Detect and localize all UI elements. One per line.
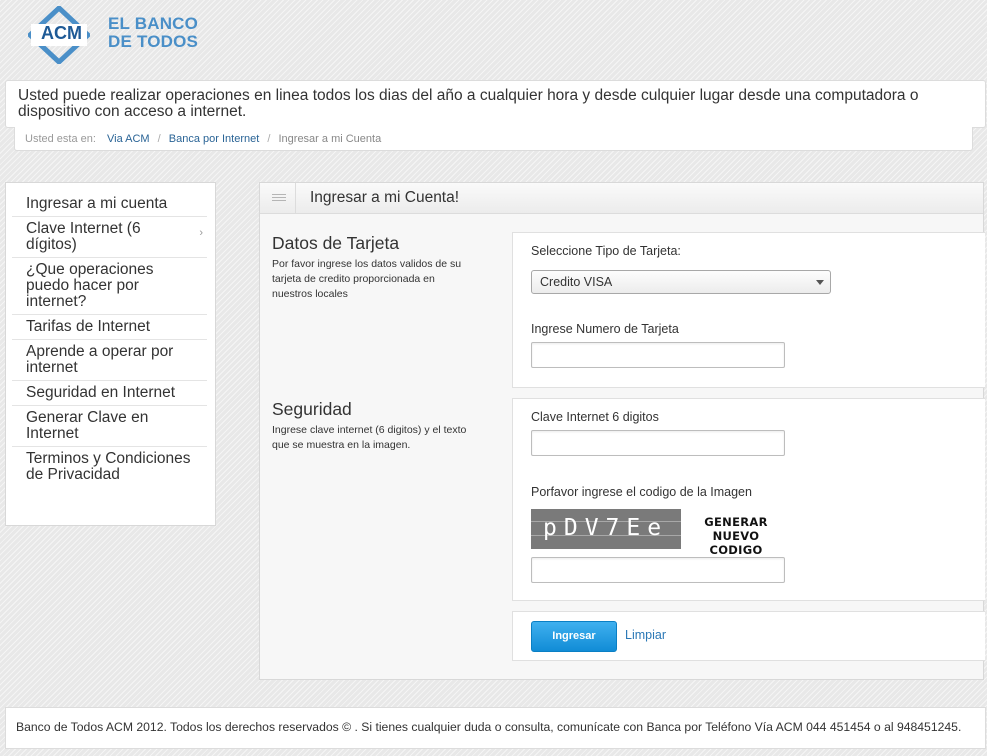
logo-line-1: EL BANCO — [108, 14, 199, 33]
breadcrumb: Usted esta en: Via ACM / Banca por Inter… — [14, 127, 973, 151]
card-number-input[interactable] — [531, 342, 785, 368]
sidebar-item-tarifas[interactable]: Tarifas de Internet — [12, 315, 207, 340]
info-banner: Usted puede realizar operaciones en line… — [5, 80, 986, 128]
sidebar-nav: Ingresar a mi cuenta Clave Internet (6 d… — [5, 182, 216, 526]
sidebar-item-operaciones[interactable]: ¿Que operaciones puedo hacer por interne… — [12, 258, 207, 315]
generate-line-1: GENERAR — [704, 515, 768, 529]
chevron-right-icon: › — [199, 227, 203, 239]
captcha-input[interactable] — [531, 557, 785, 583]
dropdown-arrow-icon — [816, 280, 824, 285]
logo-abbr: ACM — [41, 23, 82, 43]
generate-new-code-button[interactable]: GENERAR NUEVO CODIGO — [685, 515, 787, 557]
sidebar-item-label: ¿Que operaciones puedo hacer por interne… — [26, 261, 154, 310]
security-section-title: Seguridad — [272, 399, 352, 419]
panel-header: Ingresar a mi Cuenta! — [260, 183, 983, 214]
card-type-label: Seleccione Tipo de Tarjeta: — [531, 244, 681, 258]
sidebar-item-label: Seguridad en Internet — [26, 384, 176, 401]
pin-input[interactable] — [531, 430, 785, 456]
card-form: Seleccione Tipo de Tarjeta: Credito VISA… — [512, 232, 985, 388]
logo-line-2: DE TODOS — [108, 32, 199, 51]
sidebar-item-generar-clave[interactable]: Generar Clave en Internet — [12, 406, 207, 447]
submit-button[interactable]: Ingresar — [531, 621, 617, 652]
clear-link[interactable]: Limpiar — [625, 628, 666, 642]
sidebar-item-label: Ingresar a mi cuenta — [26, 195, 168, 212]
login-panel: Ingresar a mi Cuenta! Datos de Tarjeta P… — [259, 182, 985, 680]
card-type-select[interactable]: Credito VISA — [531, 270, 831, 294]
sidebar-item-label: Clave Internet (6 dígitos) — [26, 220, 141, 253]
sidebar-item-label: Generar Clave en Internet — [26, 409, 149, 442]
menu-icon[interactable] — [260, 183, 296, 213]
card-section-title: Datos de Tarjeta — [272, 233, 400, 253]
sidebar-item-label: Tarifas de Internet — [26, 318, 151, 335]
sidebar-item-seguridad[interactable]: Seguridad en Internet — [12, 381, 207, 406]
breadcrumb-prefix: Usted esta en: — [25, 133, 96, 145]
card-section-description: Por favor ingrese los datos validos de s… — [272, 258, 462, 300]
bank-logo[interactable]: ACM EL BANCO DE TODOS — [28, 6, 208, 64]
breadcrumb-link-banca-internet[interactable]: Banca por Internet — [169, 133, 260, 145]
security-form: Clave Internet 6 digitos Porfavor ingres… — [512, 398, 985, 601]
breadcrumb-separator: / — [157, 133, 161, 145]
sidebar-item-label: Terminos y Condiciones de Privacidad — [26, 450, 191, 483]
captcha-image: pDV7Ee — [531, 509, 681, 549]
breadcrumb-separator: / — [267, 133, 271, 145]
form-actions: Ingresar Limpiar — [512, 611, 985, 661]
card-type-selected: Credito VISA — [540, 275, 613, 289]
logo-wordmark: EL BANCO DE TODOS — [108, 15, 198, 51]
captcha-text: pDV7Ee — [543, 515, 669, 541]
pin-label: Clave Internet 6 digitos — [531, 410, 659, 424]
sidebar-item-aprende[interactable]: Aprende a operar por internet — [12, 340, 207, 381]
panel-title: Ingresar a mi Cuenta! — [310, 189, 460, 206]
generate-line-2: NUEVO CODIGO — [709, 529, 763, 557]
breadcrumb-link-via-acm[interactable]: Via ACM — [107, 133, 150, 145]
sidebar-item-label: Aprende a operar por internet — [26, 343, 174, 376]
sidebar-item-ingresar[interactable]: Ingresar a mi cuenta — [12, 192, 207, 217]
sidebar-item-clave-internet[interactable]: Clave Internet (6 dígitos) › — [12, 217, 207, 258]
footer: Banco de Todos ACM 2012. Todos los derec… — [5, 707, 986, 749]
card-number-label: Ingrese Numero de Tarjeta — [531, 322, 679, 336]
security-section-description: Ingrese clave internet (6 digitos) y el … — [272, 424, 467, 451]
captcha-label: Porfavor ingrese el codigo de la Imagen — [531, 485, 752, 499]
sidebar-item-terminos[interactable]: Terminos y Condiciones de Privacidad — [12, 447, 207, 487]
breadcrumb-current: Ingresar a mi Cuenta — [278, 133, 382, 145]
